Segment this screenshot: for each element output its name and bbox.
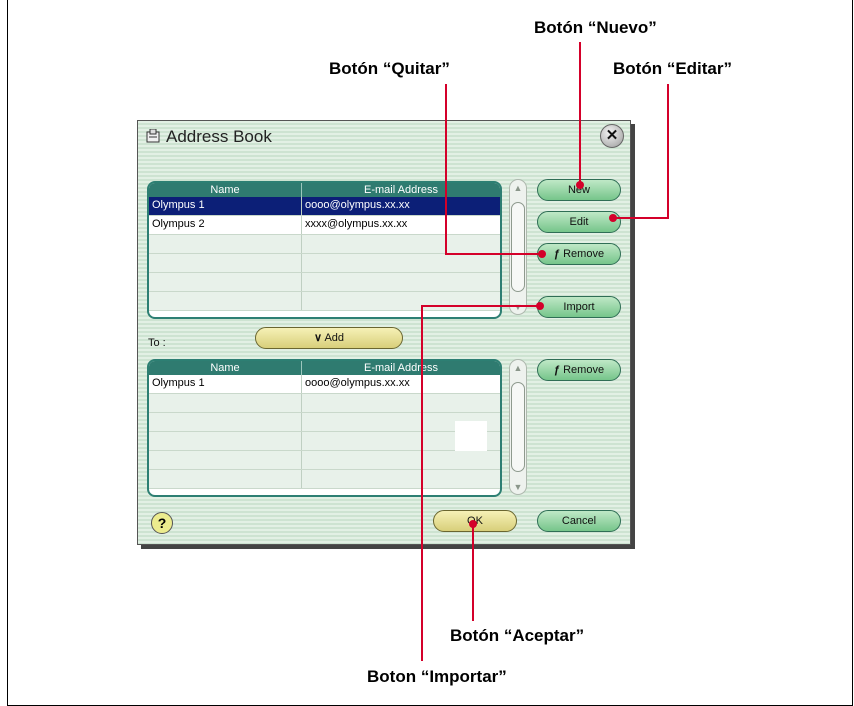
dialog-title: Address Book <box>166 127 272 146</box>
table-row[interactable]: Olympus 1 oooo@olympus.xx.xx <box>149 375 500 394</box>
leader-nuevo <box>579 42 581 184</box>
remove-icon: ƒ <box>553 364 561 376</box>
empty-row <box>149 394 500 413</box>
leader-importar-h <box>421 305 539 307</box>
row-email: oooo@olympus.xx.xx <box>305 199 410 211</box>
address-list-header: Name E-mail Address <box>149 183 500 197</box>
to-label: To : <box>148 337 166 349</box>
scroll-thumb[interactable] <box>511 382 525 472</box>
remove-recipient-button[interactable]: ƒ Remove <box>537 359 621 381</box>
help-button[interactable]: ? <box>151 512 173 534</box>
table-row[interactable]: Olympus 1 oooo@olympus.xx.xx <box>149 197 500 216</box>
address-list-scrollbar[interactable]: ▲ ▼ <box>509 179 527 315</box>
leader-dot-aceptar <box>469 520 477 528</box>
leader-quitar-v <box>445 84 447 255</box>
label-quitar: Botón “Quitar” <box>329 59 450 78</box>
empty-row <box>149 432 500 451</box>
leader-dot-nuevo <box>576 181 584 189</box>
import-button[interactable]: Import <box>537 296 621 318</box>
recipient-list-header: Name E-mail Address <box>149 361 500 375</box>
leader-dot-importar <box>536 302 544 310</box>
scroll-down-icon[interactable]: ▼ <box>510 302 526 312</box>
leader-dot-quitar <box>538 250 546 258</box>
empty-row <box>149 292 500 311</box>
row-name: Olympus 1 <box>149 197 302 215</box>
scroll-thumb[interactable] <box>511 202 525 292</box>
row-email: xxxx@olympus.xx.xx <box>305 218 408 230</box>
remove-button[interactable]: ƒ Remove <box>537 243 621 265</box>
remove-icon: ƒ <box>553 248 561 260</box>
empty-row <box>149 254 500 273</box>
white-patch <box>455 421 487 451</box>
label-aceptar: Botón “Aceptar” <box>450 626 585 645</box>
row-name: Olympus 1 <box>149 375 302 393</box>
table-row[interactable]: Olympus 2 xxxx@olympus.xx.xx <box>149 216 500 235</box>
empty-row <box>149 235 500 254</box>
empty-row <box>149 273 500 292</box>
column-name[interactable]: Name <box>149 361 302 375</box>
leader-dot-editar <box>609 214 617 222</box>
empty-row <box>149 470 500 489</box>
empty-row <box>149 451 500 470</box>
figure-frame-right <box>852 0 853 706</box>
leader-importar-v <box>421 305 423 661</box>
scroll-up-icon[interactable]: ▲ <box>510 363 526 373</box>
edit-button[interactable]: Edit <box>537 211 621 233</box>
column-name[interactable]: Name <box>149 183 302 197</box>
leader-editar-h <box>612 217 669 219</box>
cancel-button[interactable]: Cancel <box>537 510 621 532</box>
column-email[interactable]: E-mail Address <box>302 361 500 375</box>
row-email: oooo@olympus.xx.xx <box>305 377 410 389</box>
address-list: Name E-mail Address Olympus 1 oooo@olymp… <box>147 181 502 319</box>
close-icon[interactable]: ✕ <box>600 124 624 148</box>
scroll-up-icon[interactable]: ▲ <box>510 183 526 193</box>
label-importar: Boton “Importar” <box>367 667 507 686</box>
recipient-list-scrollbar[interactable]: ▲ ▼ <box>509 359 527 495</box>
leader-editar-v <box>667 84 669 219</box>
leader-quitar-h <box>445 253 542 255</box>
column-email[interactable]: E-mail Address <box>302 183 500 197</box>
address-book-icon <box>146 129 160 143</box>
row-name: Olympus 2 <box>149 216 302 234</box>
label-nuevo: Botón “Nuevo” <box>534 18 657 37</box>
add-button[interactable]: ∨ Add <box>255 327 403 349</box>
chevron-down-icon: ∨ <box>313 332 323 344</box>
address-book-dialog: Address Book ✕ Name E-mail Address Olymp… <box>137 120 631 545</box>
scroll-down-icon[interactable]: ▼ <box>510 482 526 492</box>
empty-row <box>149 413 500 432</box>
label-editar: Botón “Editar” <box>613 59 732 78</box>
leader-aceptar <box>472 524 474 621</box>
recipient-list: Name E-mail Address Olympus 1 oooo@olymp… <box>147 359 502 497</box>
title-bar[interactable]: Address Book ✕ <box>138 121 630 151</box>
